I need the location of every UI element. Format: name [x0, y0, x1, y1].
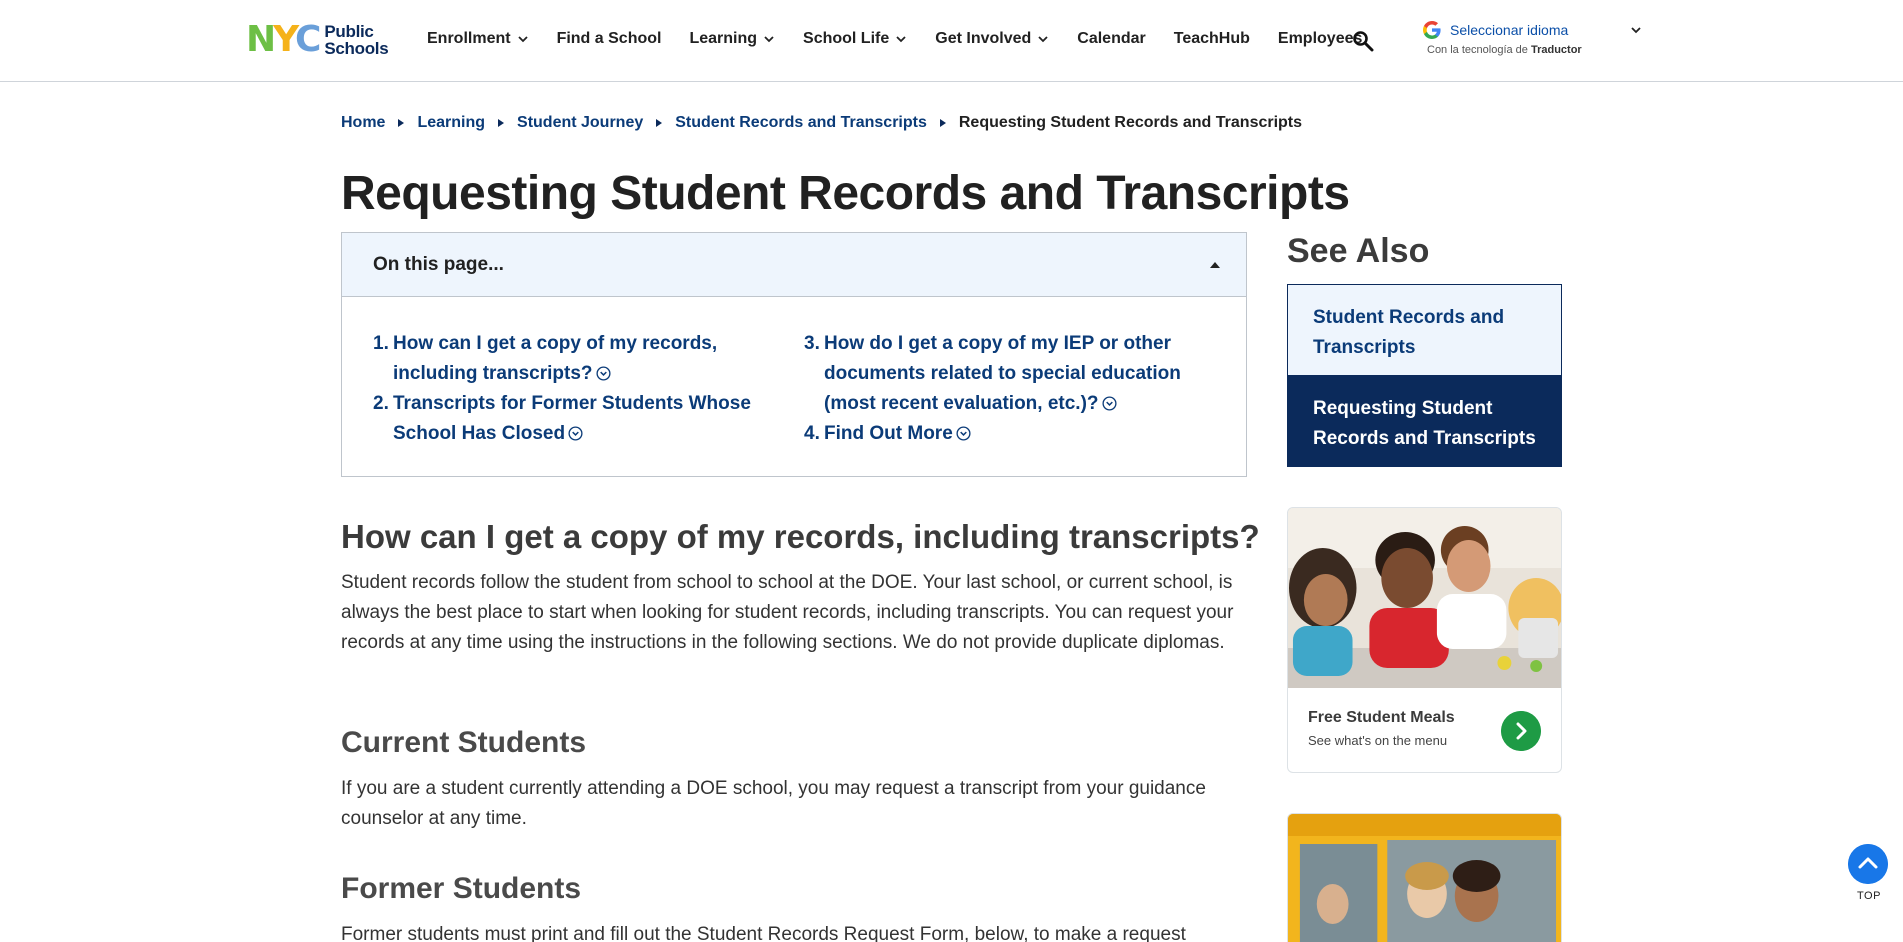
toc-link-text-wrap: Find Out More	[824, 419, 1224, 449]
toc-link-3[interactable]: 3. How do I get a copy of my IEP or other…	[804, 329, 1224, 419]
toc-link-2[interactable]: 2. Transcripts for Former Students Whose …	[373, 389, 793, 449]
see-also-link-student-records[interactable]: Student Records and Transcripts	[1288, 285, 1561, 376]
language-selector[interactable]: Seleccionar idioma Con la tecnología de …	[1422, 20, 1646, 56]
toc-link-text: How do I get a copy of my IEP or other d…	[824, 333, 1181, 414]
toc-link-text-wrap: Transcripts for Former Students Whose Sc…	[393, 389, 793, 449]
powered-by-brand: Traductor	[1530, 44, 1582, 56]
page-title: Requesting Student Records and Transcrip…	[341, 167, 1350, 220]
toc-link-1[interactable]: 1. How can I get a copy of my records, in…	[373, 329, 793, 389]
toc-link-4[interactable]: 4. Find Out More	[804, 419, 1224, 449]
circle-chevron-down-icon	[595, 366, 611, 381]
nav-item-calendar[interactable]: Calendar	[1077, 30, 1145, 48]
breadcrumb-link[interactable]: Home	[341, 114, 385, 132]
breadcrumb-separator-icon	[398, 119, 405, 127]
nav-item-label: Get Involved	[935, 30, 1032, 47]
breadcrumb: Home Learning Student Journey Student Recor…	[341, 114, 1302, 132]
children-eating-photo	[1288, 508, 1561, 688]
breadcrumb-link[interactable]: Student Records and Transcripts	[675, 114, 927, 132]
circle-chevron-down-icon	[956, 426, 971, 441]
nav-item-label: School Life	[803, 30, 890, 47]
back-to-top-button[interactable]	[1848, 844, 1888, 884]
toc-link-number: 4.	[804, 423, 820, 444]
nav-item-label: Calendar	[1077, 30, 1146, 47]
nyc-public-schools-logo[interactable]: NYC Public Schools	[246, 19, 389, 60]
toc-link-text: How can I get a copy of my records, incl…	[393, 333, 718, 384]
circle-chevron-down-icon	[568, 426, 583, 441]
breadcrumb-current: Requesting Student Records and Transcrip…	[958, 114, 1303, 131]
nav-item-label: Learning	[689, 30, 758, 47]
toc-link-text-wrap: How can I get a copy of my records, incl…	[393, 329, 793, 389]
nav-item-label: TeachHub	[1173, 30, 1250, 47]
nav-item-learning[interactable]: Learning	[689, 30, 775, 48]
translate-attribution: Con la tecnología de Traductor	[1427, 44, 1646, 56]
see-also-heading: See Also	[1287, 232, 1430, 270]
toc-link-text-wrap: How do I get a copy of my IEP or other d…	[824, 329, 1224, 419]
main-nav: Enrollment Find a School Learning School Li…	[427, 30, 1390, 48]
former-students-paragraph: Former students must print and fill out …	[341, 924, 1186, 942]
breadcrumb-separator-icon	[498, 119, 505, 127]
nav-item-teachhub[interactable]: TeachHub	[1174, 30, 1250, 48]
breadcrumb-separator-icon	[939, 119, 946, 127]
toc-column-1: 1. How can I get a copy of my records, in…	[373, 329, 793, 449]
search-icon[interactable]	[1352, 30, 1374, 52]
subheading-former-students: Former Students	[341, 872, 582, 905]
see-also-nav: Student Records and Transcripts Requesti…	[1287, 284, 1562, 467]
nav-item-enrollment[interactable]: Enrollment	[427, 30, 529, 48]
chevron-down-icon	[1038, 36, 1048, 43]
google-g-icon	[1423, 21, 1441, 39]
on-this-page-heading: On this page...	[373, 253, 504, 275]
promo-card-school-bus[interactable]	[1287, 813, 1562, 942]
logo-wordmark: Public Schools	[324, 23, 388, 57]
nav-item-school-life[interactable]: School Life	[803, 30, 907, 48]
see-also-link-requesting-records-current[interactable]: Requesting Student Records and Transcrip…	[1288, 376, 1561, 466]
nav-item-label: Find a School	[556, 30, 662, 47]
chevron-down-icon	[764, 36, 774, 43]
records-intro-paragraph: Student records follow the student from …	[341, 572, 1234, 653]
section-heading-records: How can I get a copy of my records, incl…	[341, 518, 1260, 555]
on-this-page-toggle[interactable]: On this page...	[342, 233, 1246, 297]
chevron-down-icon	[896, 36, 906, 43]
nav-item-label: Enrollment	[427, 30, 511, 47]
site-header: NYC Public Schools Enrollment Find a Scho…	[0, 0, 1903, 82]
circle-chevron-down-icon	[1101, 396, 1117, 411]
logo-text-line-2: Schools	[324, 39, 389, 58]
breadcrumb-link[interactable]: Learning	[417, 114, 485, 132]
logo-mark: NYC	[246, 19, 321, 60]
powered-by-text: Con la tecnología de	[1427, 44, 1528, 56]
toc-link-number: 2.	[373, 393, 389, 414]
chevron-right-icon[interactable]	[1501, 711, 1541, 751]
breadcrumb-link[interactable]: Student Journey	[517, 114, 643, 132]
nav-item-find-a-school[interactable]: Find a School	[557, 30, 662, 48]
nav-item-label: Employees	[1277, 30, 1363, 47]
promo-card-subtitle: See what's on the menu	[1308, 733, 1448, 748]
caret-up-icon	[1210, 262, 1220, 268]
promo-card-title: Free Student Meals	[1308, 709, 1455, 726]
toc-column-2: 3. How do I get a copy of my IEP or other…	[804, 329, 1224, 449]
chevron-down-icon	[1631, 27, 1641, 34]
chevron-down-icon	[517, 36, 528, 43]
nav-item-get-involved[interactable]: Get Involved	[935, 30, 1049, 48]
promo-card-free-meals[interactable]: Free Student Meals See what's on the men…	[1287, 507, 1562, 773]
nav-item-employees[interactable]: Employees	[1278, 30, 1362, 48]
back-to-top-label: TOP	[1857, 890, 1881, 902]
toc-link-text: Find Out More	[824, 423, 953, 444]
on-this-page-panel: On this page... 1. How can I get a copy o…	[341, 232, 1247, 477]
language-selector-label: Seleccionar idioma	[1450, 22, 1569, 38]
toc-link-number: 1.	[373, 333, 389, 354]
current-students-paragraph: If you are a student currently attending…	[341, 778, 1206, 829]
subheading-current-students: Current Students	[341, 726, 587, 759]
toc-link-number: 3.	[804, 333, 820, 354]
school-bus-photo	[1288, 814, 1561, 942]
breadcrumb-separator-icon	[656, 119, 663, 127]
